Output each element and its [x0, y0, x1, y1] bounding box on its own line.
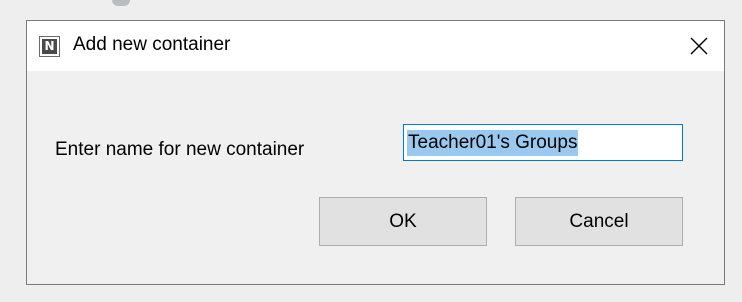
add-container-dialog: N Add new container Enter name for new c…	[26, 20, 725, 285]
cancel-button[interactable]: Cancel	[515, 197, 683, 246]
container-name-input[interactable]: Teacher01's Groups	[403, 124, 683, 161]
desktop-background: N Add new container Enter name for new c…	[0, 0, 742, 302]
dialog-body: Enter name for new container Teacher01's…	[27, 71, 724, 284]
ok-button[interactable]: OK	[319, 197, 487, 246]
app-logo-letter: N	[42, 39, 57, 54]
container-name-value: Teacher01's Groups	[407, 129, 579, 156]
container-name-label: Enter name for new container	[55, 139, 305, 160]
dialog-title: Add new container	[73, 34, 231, 55]
close-icon	[690, 37, 708, 55]
app-logo-icon: N	[39, 36, 60, 57]
title-bar[interactable]: N Add new container	[27, 21, 724, 71]
background-window-fragment	[112, 0, 130, 6]
close-button[interactable]	[674, 21, 724, 71]
